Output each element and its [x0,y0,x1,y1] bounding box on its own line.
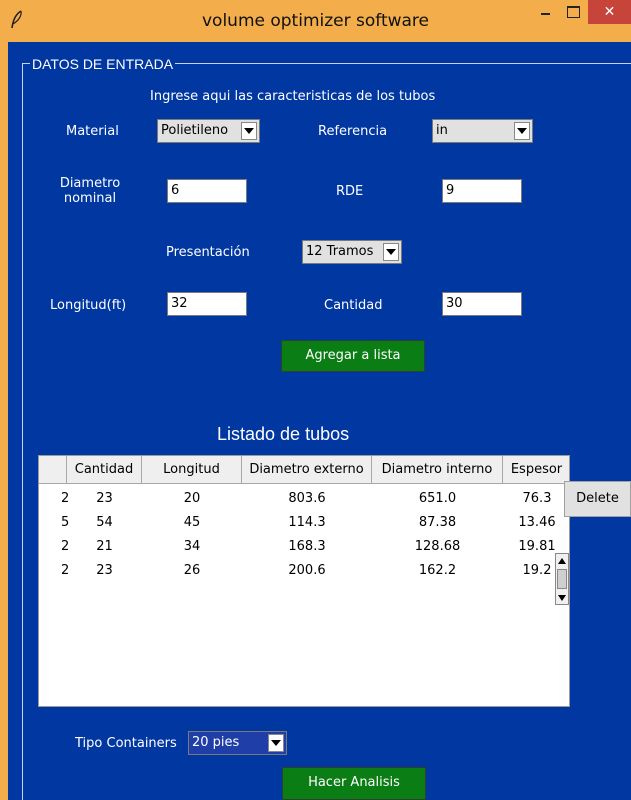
material-value: Polietileno [161,123,229,138]
table-row[interactable]: 2 21 34 168.3 128.68 19.81 [39,536,569,560]
column-header-index[interactable] [39,456,67,484]
cell-diametro-externo: 803.6 [288,491,326,506]
longitud-label: Longitud(ft) [50,298,127,313]
containers-value: 20 pies [192,735,240,750]
table-header: Cantidad Longitud Diametro externo Diame… [39,456,569,484]
frame-label: DATOS DE ENTRADA [30,56,176,72]
title-bar: volume optimizer software ✕ [0,0,631,42]
containers-combobox[interactable]: 20 pies [188,731,287,755]
cell-diametro-interno: 128.68 [414,539,461,554]
material-combobox[interactable]: Polietileno [157,119,260,143]
containers-label: Tipo Containers [75,736,177,751]
cell-espesor: 13.46 [518,515,556,530]
cell-diametro-interno: 162.2 [418,563,457,578]
rde-input[interactable]: 9 [442,179,522,203]
add-to-list-button[interactable]: Agregar a lista [281,340,425,372]
presentacion-label: Presentación [166,245,250,260]
maximize-button[interactable] [560,0,586,24]
presentacion-value: 12 Tramos [306,244,374,259]
chevron-down-icon[interactable] [241,122,257,140]
cell-cantidad: 54 [96,515,113,530]
cell-diametro-externo: 200.6 [288,563,326,578]
cell-diametro-interno: 651.0 [418,491,457,506]
table-row[interactable]: 5 54 45 114.3 87.38 13.46 [39,512,569,536]
cell-longitud: 34 [183,539,201,554]
referencia-value: in [436,123,448,138]
diametro-label-line2: nominal [63,191,117,206]
scroll-thumb[interactable] [557,569,567,589]
referencia-combobox[interactable]: in [432,119,533,143]
list-title: Listado de tubos [217,424,350,444]
cell-longitud: 20 [183,491,201,506]
cell-espesor: 19.81 [518,539,556,554]
cell-diametro-externo: 114.3 [288,515,326,530]
table-row[interactable]: 2 23 26 200.6 162.2 19.2 [39,560,569,584]
column-header-longitud[interactable]: Longitud [142,456,242,484]
chevron-down-icon[interactable] [383,243,399,261]
close-button[interactable]: ✕ [588,0,631,24]
close-icon: ✕ [603,4,616,20]
cell-longitud: 45 [183,515,201,530]
column-header-espesor[interactable]: Espesor [503,456,569,484]
cantidad-label: Cantidad [324,298,383,313]
referencia-label: Referencia [318,124,388,139]
column-header-cantidad[interactable]: Cantidad [67,456,142,484]
cell-longitud: 26 [183,563,201,578]
cantidad-input[interactable]: 30 [442,292,522,316]
cell-cantidad: 23 [96,563,113,578]
cell-cantidad: 23 [96,491,113,506]
chevron-down-icon[interactable] [514,122,530,140]
diametro-label-line1: Diametro [59,176,121,191]
cell-diametro-externo: 168.3 [288,539,326,554]
scroll-up-icon[interactable] [556,554,568,567]
column-header-diametro-interno[interactable]: Diametro interno [372,456,503,484]
column-header-diametro-externo[interactable]: Diametro externo [242,456,372,484]
scroll-down-icon[interactable] [556,591,568,604]
rde-label: RDE [336,184,364,199]
diametro-input[interactable]: 6 [167,179,247,203]
analyze-button[interactable]: Hacer Analisis [282,767,426,800]
instructions-text: Ingrese aqui las caracteristicas de los … [150,89,436,104]
cell-diametro-interno: 87.38 [418,515,457,530]
diametro-label: Diametro nominal [52,176,128,206]
presentacion-combobox[interactable]: 12 Tramos [302,240,402,264]
cell-espesor: 76.3 [522,491,552,506]
longitud-input[interactable]: 32 [167,292,247,316]
material-label: Material [66,124,119,139]
minimize-button[interactable] [532,0,558,24]
cell-cantidad: 21 [96,539,113,554]
pipes-table[interactable]: Cantidad Longitud Diametro externo Diame… [38,455,570,707]
delete-button[interactable]: Delete [564,481,631,517]
table-row[interactable]: 2 23 20 803.6 651.0 76.3 [39,488,569,512]
chevron-down-icon[interactable] [268,734,284,752]
table-scrollbar[interactable] [555,553,569,605]
